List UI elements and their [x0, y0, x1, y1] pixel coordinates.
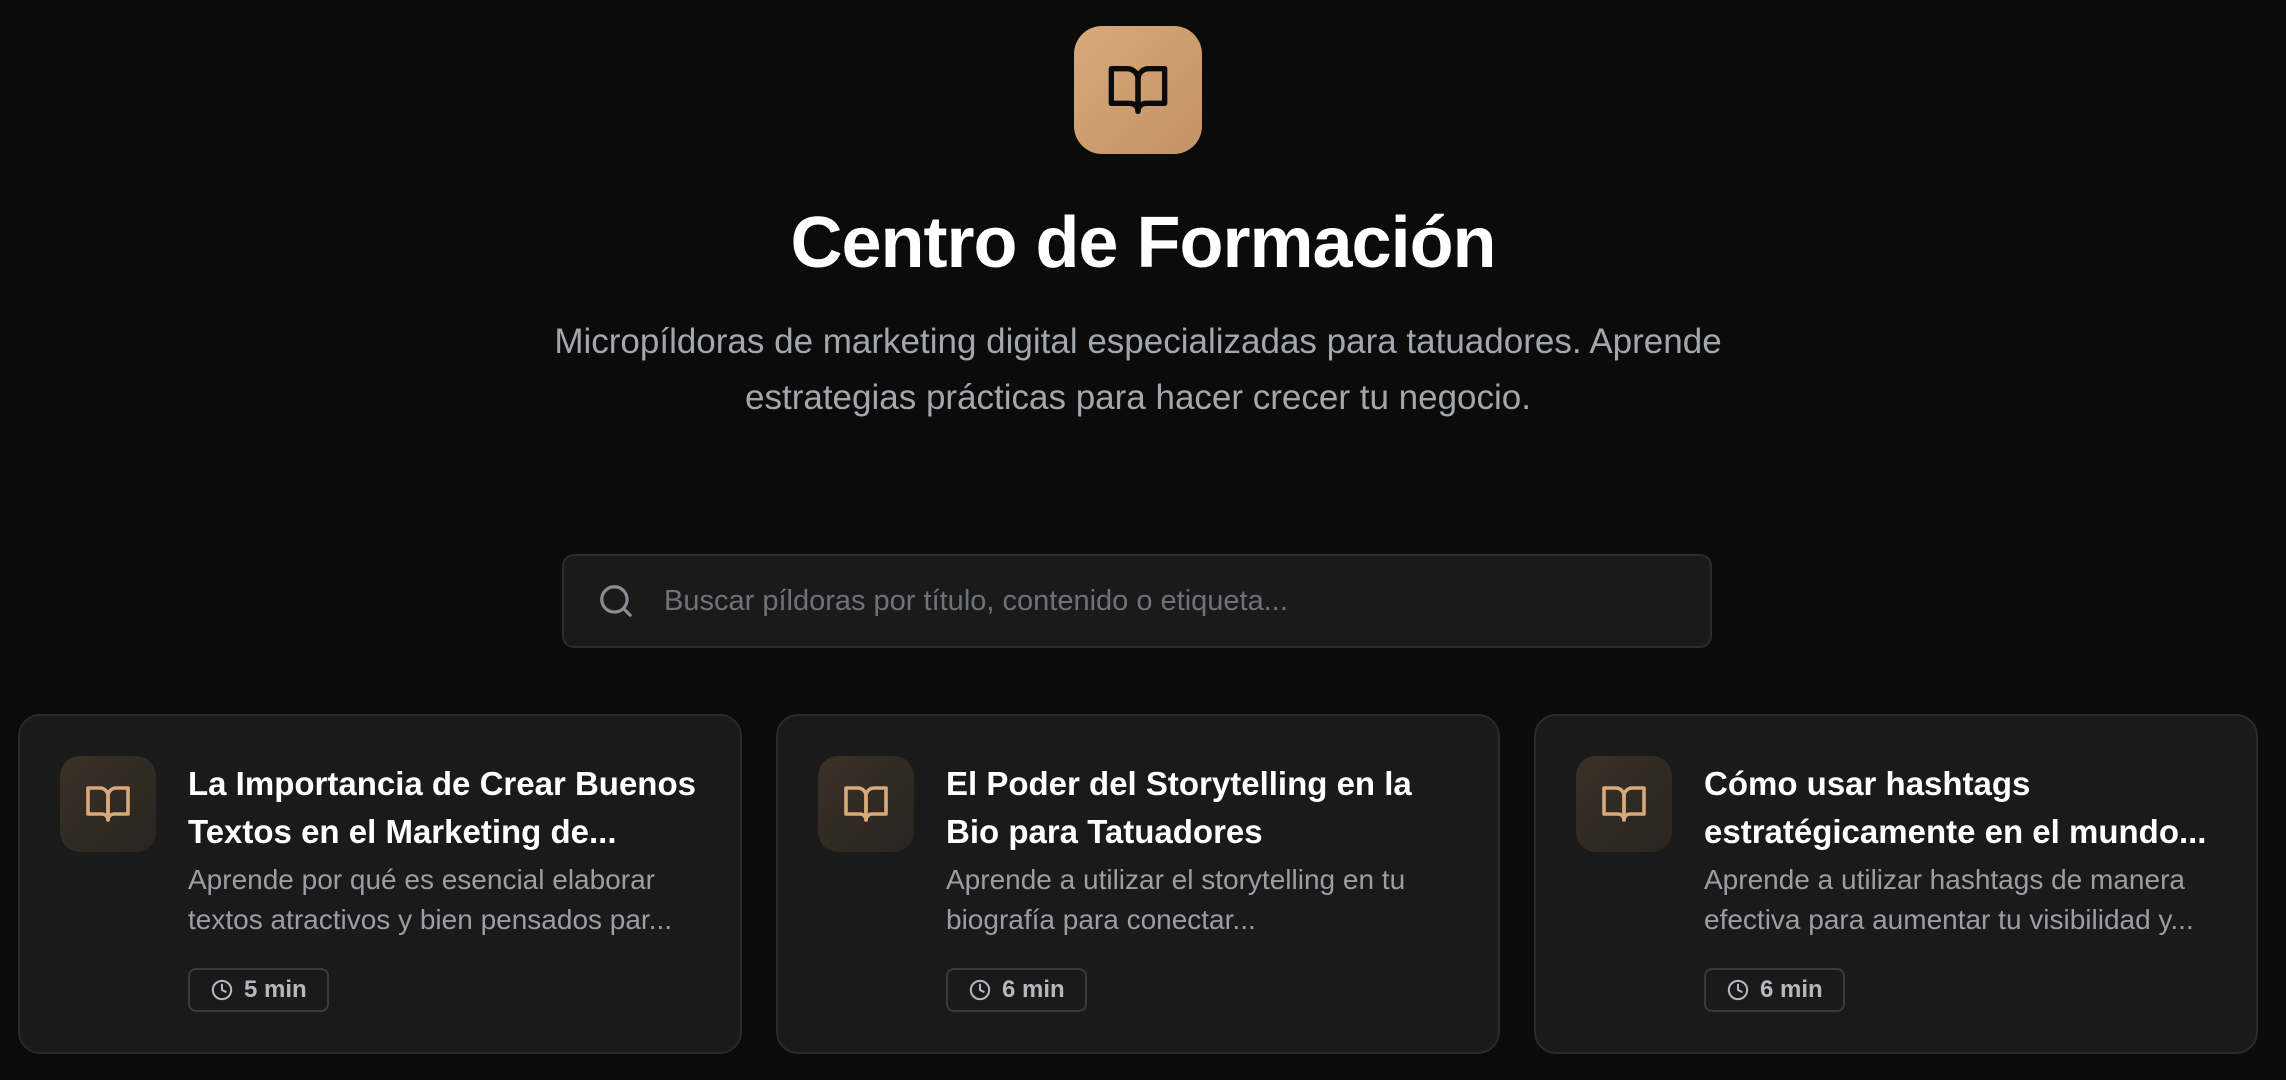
card-description: Aprende a utilizar hashtags de manera ef… — [1704, 864, 2194, 935]
search-icon — [596, 581, 636, 621]
open-book-icon — [1108, 66, 1168, 114]
clock-icon — [968, 978, 992, 1002]
pill-card-grid: La Importancia de Crear Buenos Textos en… — [18, 714, 2258, 1054]
clock-icon — [1726, 978, 1750, 1002]
search-input[interactable] — [662, 570, 1686, 632]
page-title: Centro de Formación — [790, 203, 1496, 283]
pill-card[interactable]: El Poder del Storytelling en la Bio para… — [776, 714, 1500, 1054]
hero-book-badge — [1074, 26, 1202, 154]
open-book-icon — [86, 786, 130, 822]
card-book-badge — [1576, 756, 1672, 852]
duration-label: 6 min — [1002, 976, 1065, 1003]
card-title: El Poder del Storytelling en la Bio para… — [946, 765, 1412, 850]
duration-label: 5 min — [244, 976, 307, 1003]
training-center-page: Centro de Formación Micropíldoras de mar… — [0, 0, 2286, 1080]
duration-badge: 5 min — [188, 968, 329, 1012]
pill-card[interactable]: La Importancia de Crear Buenos Textos en… — [18, 714, 742, 1054]
card-book-badge — [818, 756, 914, 852]
card-title: Cómo usar hashtags estratégicamente en e… — [1704, 765, 2207, 850]
card-title: La Importancia de Crear Buenos Textos en… — [188, 765, 696, 850]
clock-icon — [210, 978, 234, 1002]
card-description: Aprende por qué es esencial elaborar tex… — [188, 864, 673, 935]
duration-label: 6 min — [1760, 976, 1823, 1003]
open-book-icon — [844, 786, 888, 822]
card-book-badge — [60, 756, 156, 852]
pill-card[interactable]: Cómo usar hashtags estratégicamente en e… — [1534, 714, 2258, 1054]
search-bar[interactable] — [562, 554, 1712, 648]
page-subtitle: Micropíldoras de marketing digital espec… — [554, 322, 1722, 417]
duration-badge: 6 min — [946, 968, 1087, 1012]
card-description: Aprende a utilizar el storytelling en tu… — [946, 864, 1406, 935]
duration-badge: 6 min — [1704, 968, 1845, 1012]
open-book-icon — [1602, 786, 1646, 822]
